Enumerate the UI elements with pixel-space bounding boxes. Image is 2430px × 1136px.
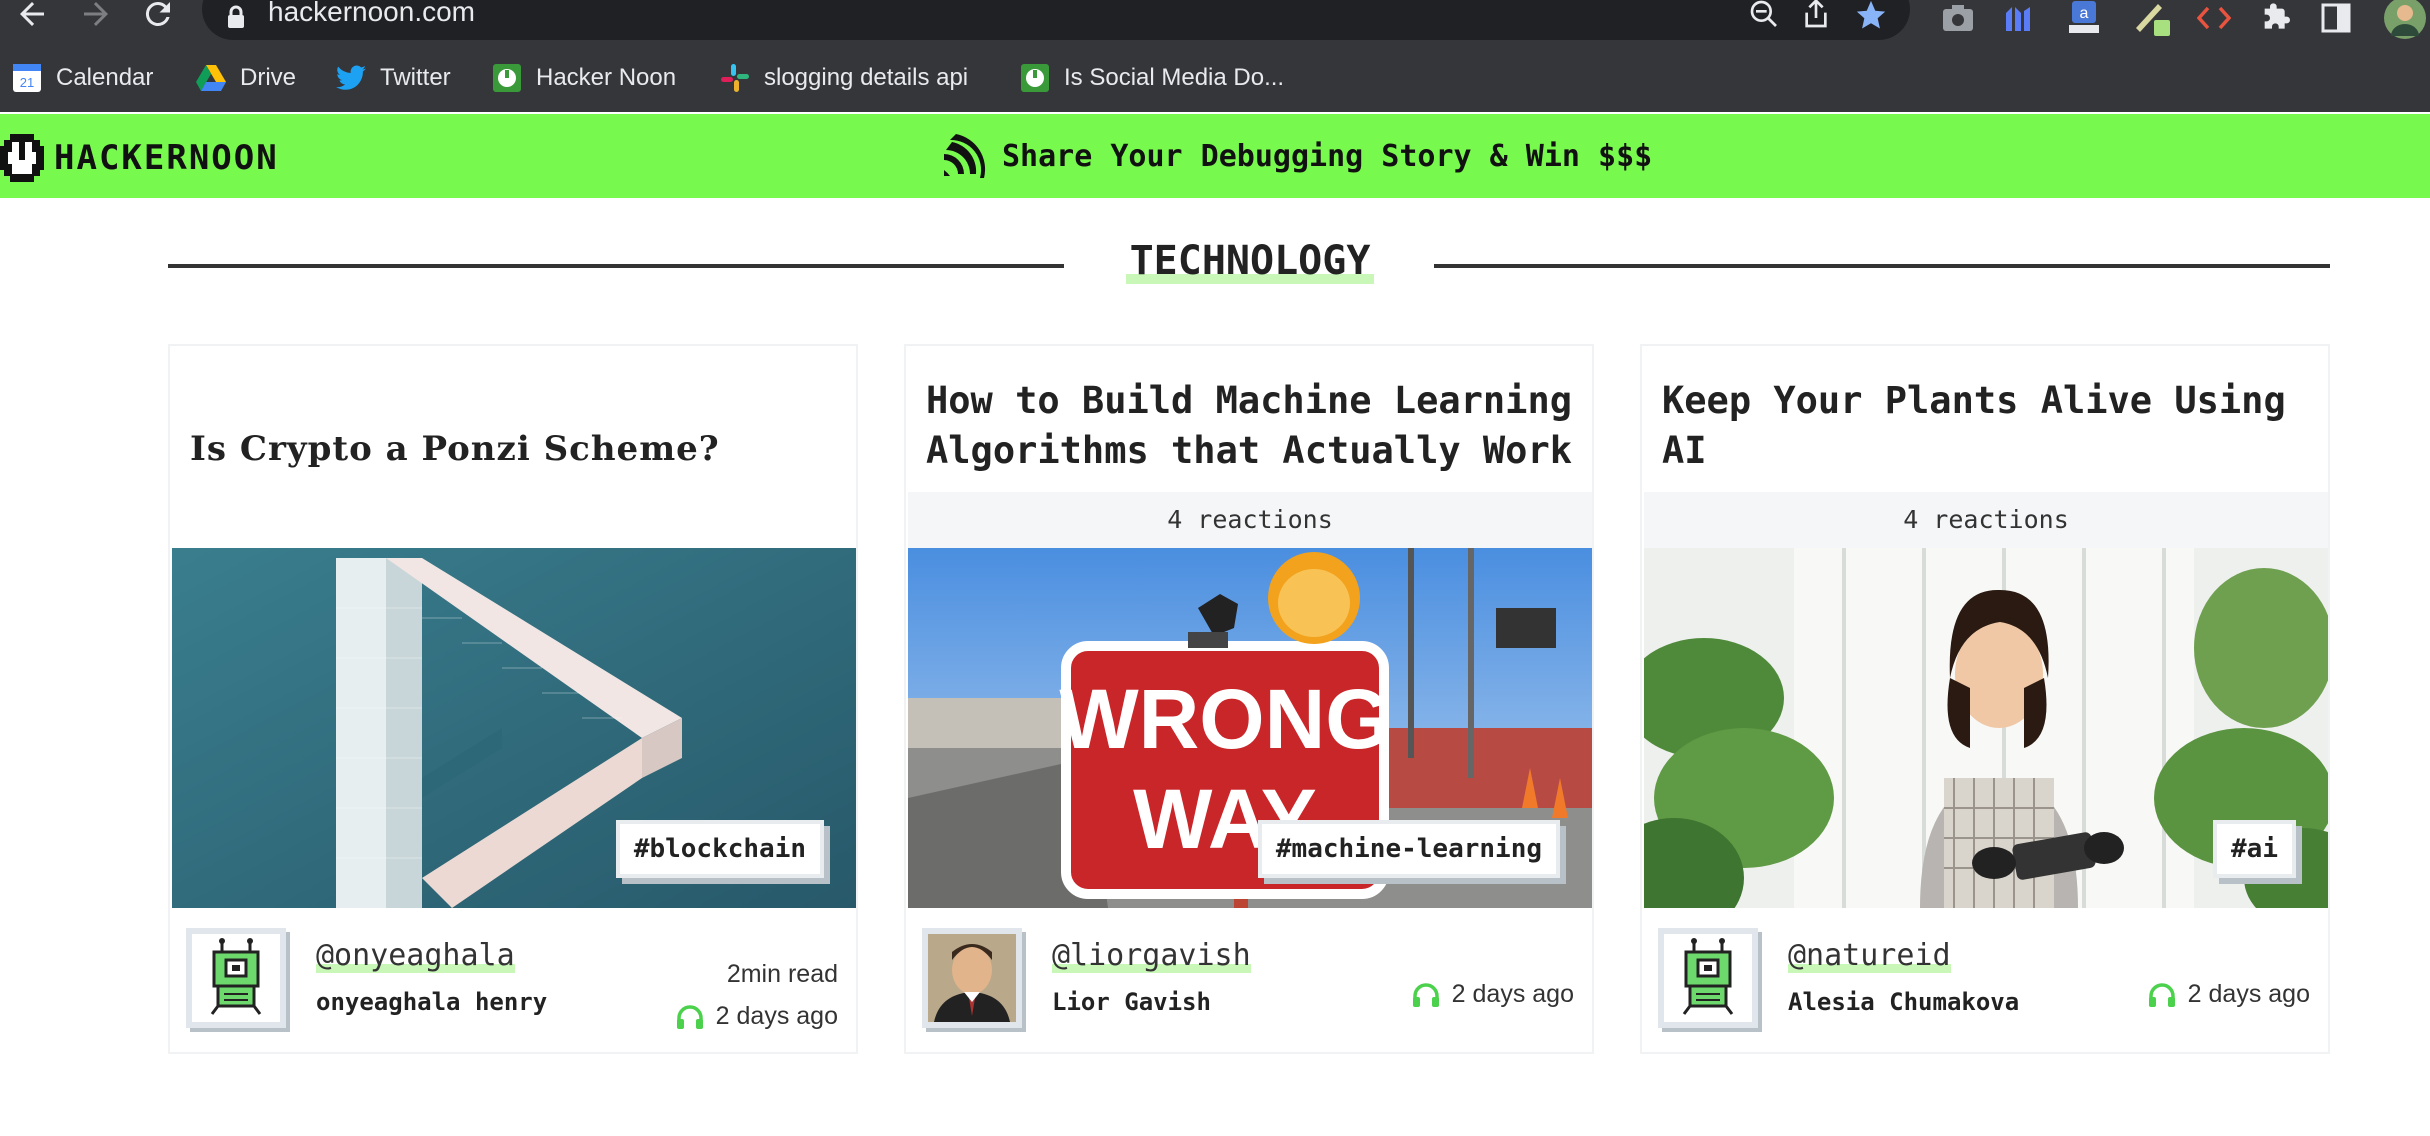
slack-icon [720, 63, 750, 93]
posted-text: 2 days ago [1451, 980, 1574, 1008]
bookmark-calendar[interactable]: 21 Calendar [12, 58, 153, 98]
headphones-icon[interactable] [676, 1004, 704, 1030]
address-bar[interactable]: hackernoon.com [202, 0, 1910, 40]
reactions-count[interactable]: 4 reactions [1644, 492, 2328, 548]
bookmark-drive[interactable]: Drive [196, 58, 296, 98]
story-title[interactable]: Keep Your Plants Alive Using AI [1662, 376, 2312, 476]
reload-icon [145, 1, 170, 26]
bookmark-label: Hacker Noon [536, 64, 677, 91]
back-button[interactable] [10, 0, 54, 36]
story-tag[interactable]: #ai [2213, 820, 2296, 878]
story-tag[interactable]: #machine-learning [1257, 820, 1560, 878]
promo-banner[interactable]: Share Your Debugging Story & Win $$$ [940, 132, 1652, 180]
bookmark-label: Drive [240, 64, 297, 91]
zoom-out-icon[interactable] [1748, 0, 1780, 30]
promo-text: Share Your Debugging Story & Win $$$ [1002, 138, 1653, 174]
bookmark-label: slogging details api [764, 64, 969, 91]
hackernoon-logo[interactable]: HACKERNOON [0, 132, 279, 184]
posted-time: 2 days ago [2148, 980, 2310, 1009]
profile-avatar[interactable] [2380, 0, 2430, 39]
bookmark-star-icon[interactable] [1854, 0, 1888, 32]
author-photo-icon [928, 934, 1016, 1022]
story-card[interactable]: How to Build Machine Learning Algorithms… [904, 344, 1594, 1054]
bookmark-twitter[interactable]: Twitter [336, 58, 451, 98]
forward-arrow-icon [84, 2, 108, 26]
bookmark-social-media[interactable]: Is Social Media Do... [1020, 58, 1284, 98]
section-title-text: TECHNOLOGY [1125, 238, 1375, 284]
section-title[interactable]: TECHNOLOGY [1100, 238, 1400, 284]
author-handle[interactable]: @liorgavish [1052, 938, 1251, 973]
hackernoon-icon [1020, 63, 1050, 93]
read-time: 2min read [726, 960, 838, 988]
posted-time: 2 days ago [676, 1002, 838, 1031]
bookmark-label: Twitter [380, 64, 451, 91]
story-thumbnail[interactable]: #blockchain [172, 548, 856, 908]
bookmark-slack[interactable]: slogging details api [720, 58, 968, 98]
logo-wordmark: HACKERNOON [54, 138, 279, 178]
section-rule-right [1434, 264, 2330, 268]
section-rule-left [168, 264, 1064, 268]
browser-chrome: hackernoon.com a 21 Calendar Drive Twitt… [0, 0, 2430, 112]
pen-extension-icon[interactable] [2132, 0, 2172, 36]
forward-button[interactable] [74, 0, 118, 36]
author-handle[interactable]: @onyeaghala [316, 938, 515, 973]
lock-icon [228, 5, 244, 28]
hackernoon-icon [492, 63, 522, 93]
back-arrow-icon [20, 2, 44, 26]
story-tag[interactable]: #blockchain [615, 820, 824, 878]
author-avatar[interactable] [1658, 928, 1758, 1028]
drive-icon [196, 63, 226, 93]
author-avatar[interactable] [186, 928, 286, 1028]
signal-icon [944, 134, 986, 178]
svg-text:a: a [2080, 5, 2089, 22]
author-avatar[interactable] [922, 928, 1022, 1028]
author-name: onyeaghala henry [316, 988, 548, 1016]
code-extension-icon[interactable] [2194, 0, 2234, 36]
author-handle[interactable]: @natureid [1788, 938, 1951, 973]
story-title[interactable]: How to Build Machine Learning Algorithms… [926, 376, 1576, 476]
amazon-extension-icon[interactable]: a [2064, 0, 2104, 36]
story-thumbnail[interactable]: WRONG WAY #machine-learning [908, 548, 1592, 908]
screenshot-extension-icon[interactable] [1938, 0, 1978, 36]
twitter-icon [336, 63, 366, 93]
hackernoon-logo-icon [0, 134, 44, 182]
robot-avatar-icon [192, 934, 280, 1022]
share-icon[interactable] [1800, 0, 1832, 30]
posted-text: 2 days ago [2187, 980, 2310, 1008]
author-name: Lior Gavish [1052, 988, 1211, 1016]
posted-time: 2 days ago [1412, 980, 1574, 1009]
sidebar-toggle-icon[interactable] [2316, 0, 2356, 36]
reload-button[interactable] [136, 0, 180, 36]
url-text: hackernoon.com [268, 0, 476, 27]
calendar-icon: 21 [12, 63, 42, 93]
headphones-icon[interactable] [2148, 982, 2176, 1008]
calendar-day-text: 21 [20, 75, 34, 90]
story-card[interactable]: Is Crypto a Ponzi Scheme? #blockchain @o… [168, 344, 858, 1054]
author-name: Alesia Chumakova [1788, 988, 2020, 1016]
posted-text: 2 days ago [715, 1002, 838, 1030]
bookmark-hackernoon[interactable]: Hacker Noon [492, 58, 676, 98]
analytics-extension-icon[interactable] [1998, 0, 2038, 36]
extensions-puzzle-icon[interactable] [2256, 0, 2296, 36]
site-header: HACKERNOON Share Your Debugging Story & … [0, 114, 2430, 198]
bookmark-label: Calendar [56, 64, 154, 91]
bookmark-label: Is Social Media Do... [1064, 64, 1285, 91]
story-title[interactable]: Is Crypto a Ponzi Scheme? [190, 424, 840, 474]
story-thumbnail[interactable]: #ai [1644, 548, 2328, 908]
sign-text-line-1: WRONG [1059, 672, 1390, 766]
headphones-icon[interactable] [1412, 982, 1440, 1008]
robot-avatar-icon [1664, 934, 1752, 1022]
story-card[interactable]: Keep Your Plants Alive Using AI 4 reacti… [1640, 344, 2330, 1054]
reactions-count[interactable]: 4 reactions [908, 492, 1592, 548]
